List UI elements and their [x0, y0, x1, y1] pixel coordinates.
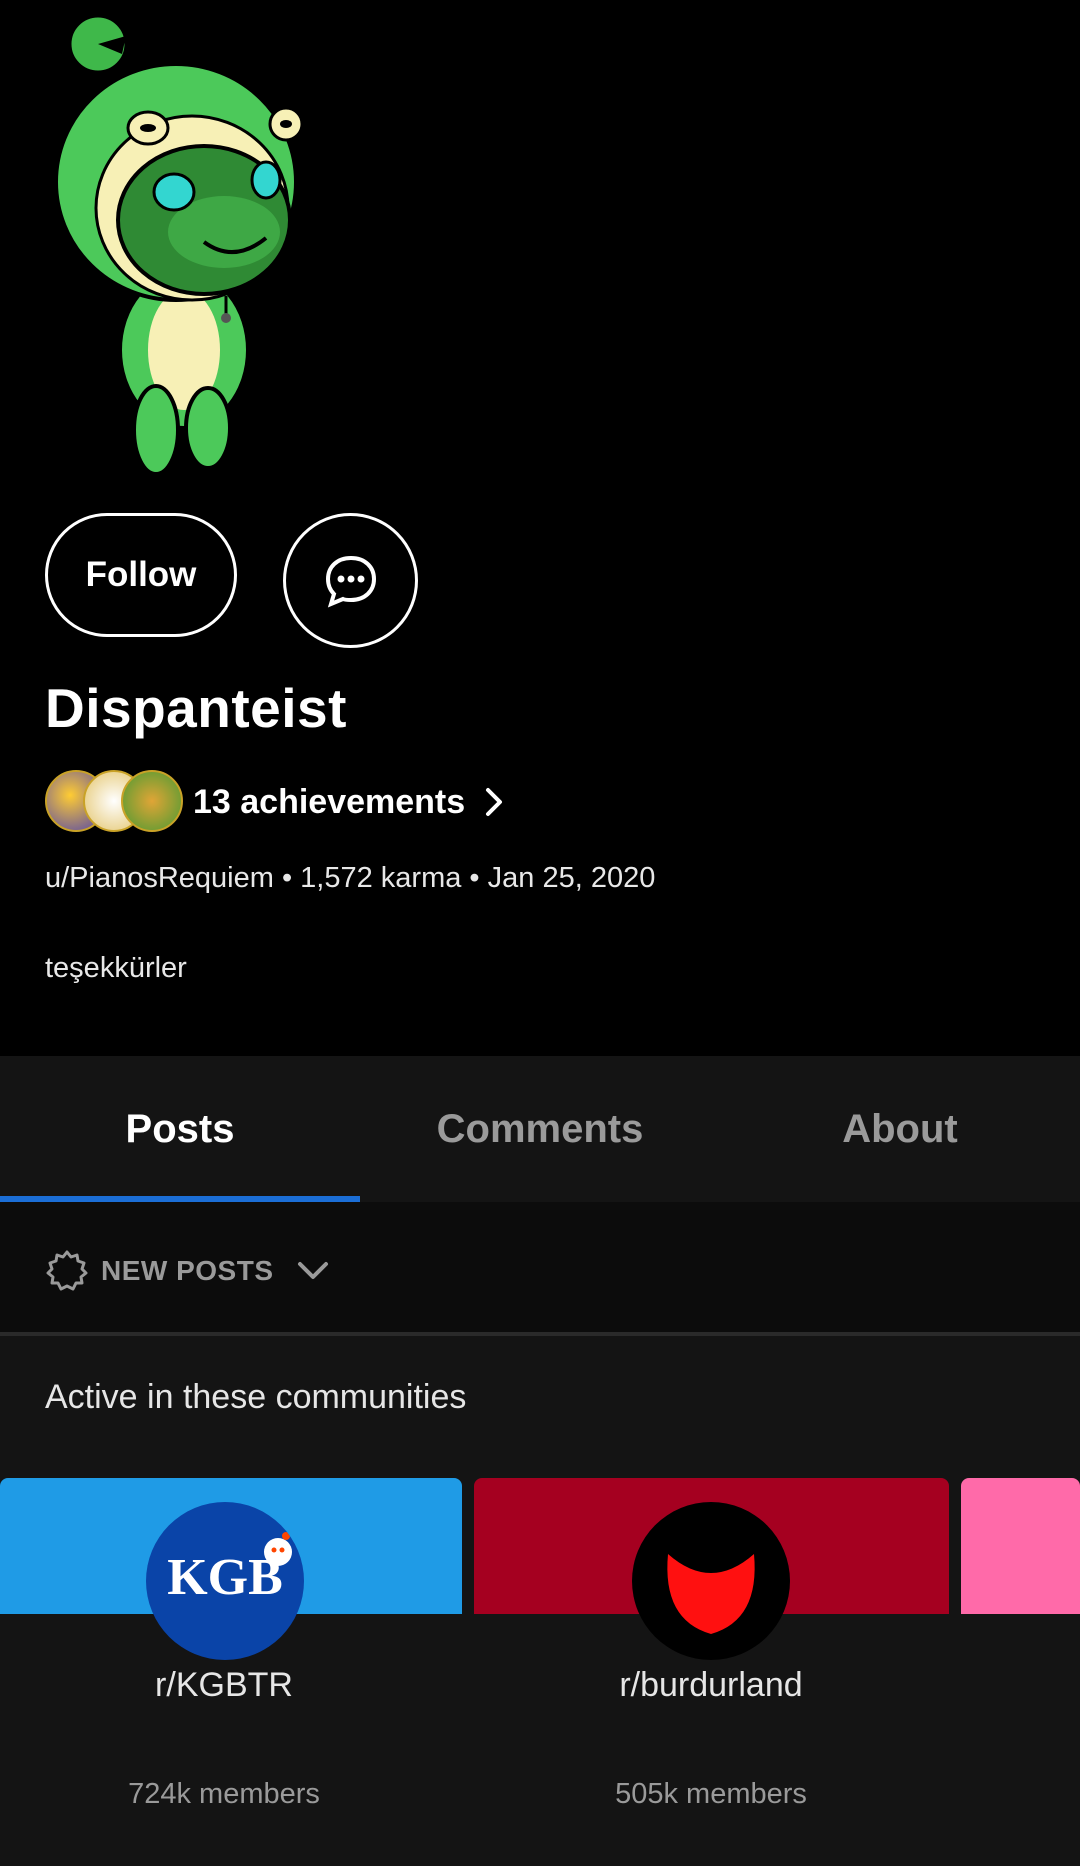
achievements-link[interactable]: 13 achievements	[45, 770, 505, 834]
achievements-label: 13 achievements	[193, 782, 466, 821]
chevron-down-icon	[297, 1262, 328, 1279]
achievement-badge-icon	[121, 770, 183, 832]
profile-bio: teşekkürler	[45, 952, 187, 984]
community-name: r/burdurland	[619, 1666, 803, 1704]
chevron-right-icon	[486, 788, 503, 816]
follow-button[interactable]: Follow	[45, 513, 237, 637]
tab-about[interactable]: About	[720, 1056, 1080, 1202]
community-members: 505k members	[615, 1778, 807, 1810]
community-card-body	[961, 1614, 1080, 1866]
sort-dropdown[interactable]: NEW POSTS	[45, 1249, 330, 1293]
community-name: r/KGBTR	[155, 1666, 293, 1704]
kgbtr-icon: KGB	[146, 1502, 304, 1660]
profile-tabs: Posts Comments About	[0, 1056, 1080, 1202]
chat-button[interactable]	[283, 513, 418, 648]
profile-header: Follow Dispanteist 13 achievements u/Pia…	[0, 0, 1080, 1056]
display-name: Dispanteist	[45, 677, 347, 739]
achievement-badges	[45, 770, 185, 834]
sort-label: NEW POSTS	[101, 1255, 274, 1286]
community-card-partial[interactable]	[961, 1478, 1080, 1866]
chat-icon	[325, 555, 376, 607]
sort-new-icon	[46, 1250, 88, 1291]
community-banner	[961, 1478, 1080, 1614]
snoo-avatar	[44, 10, 334, 490]
communities-title: Active in these communities	[45, 1378, 467, 1416]
sort-bar: NEW POSTS	[0, 1202, 1080, 1336]
burdurland-icon	[632, 1502, 790, 1660]
tab-comments[interactable]: Comments	[360, 1056, 720, 1202]
profile-meta: u/PianosRequiem • 1,572 karma • Jan 25, …	[45, 862, 656, 894]
tab-posts[interactable]: Posts	[0, 1056, 360, 1202]
community-members: 724k members	[128, 1778, 320, 1810]
